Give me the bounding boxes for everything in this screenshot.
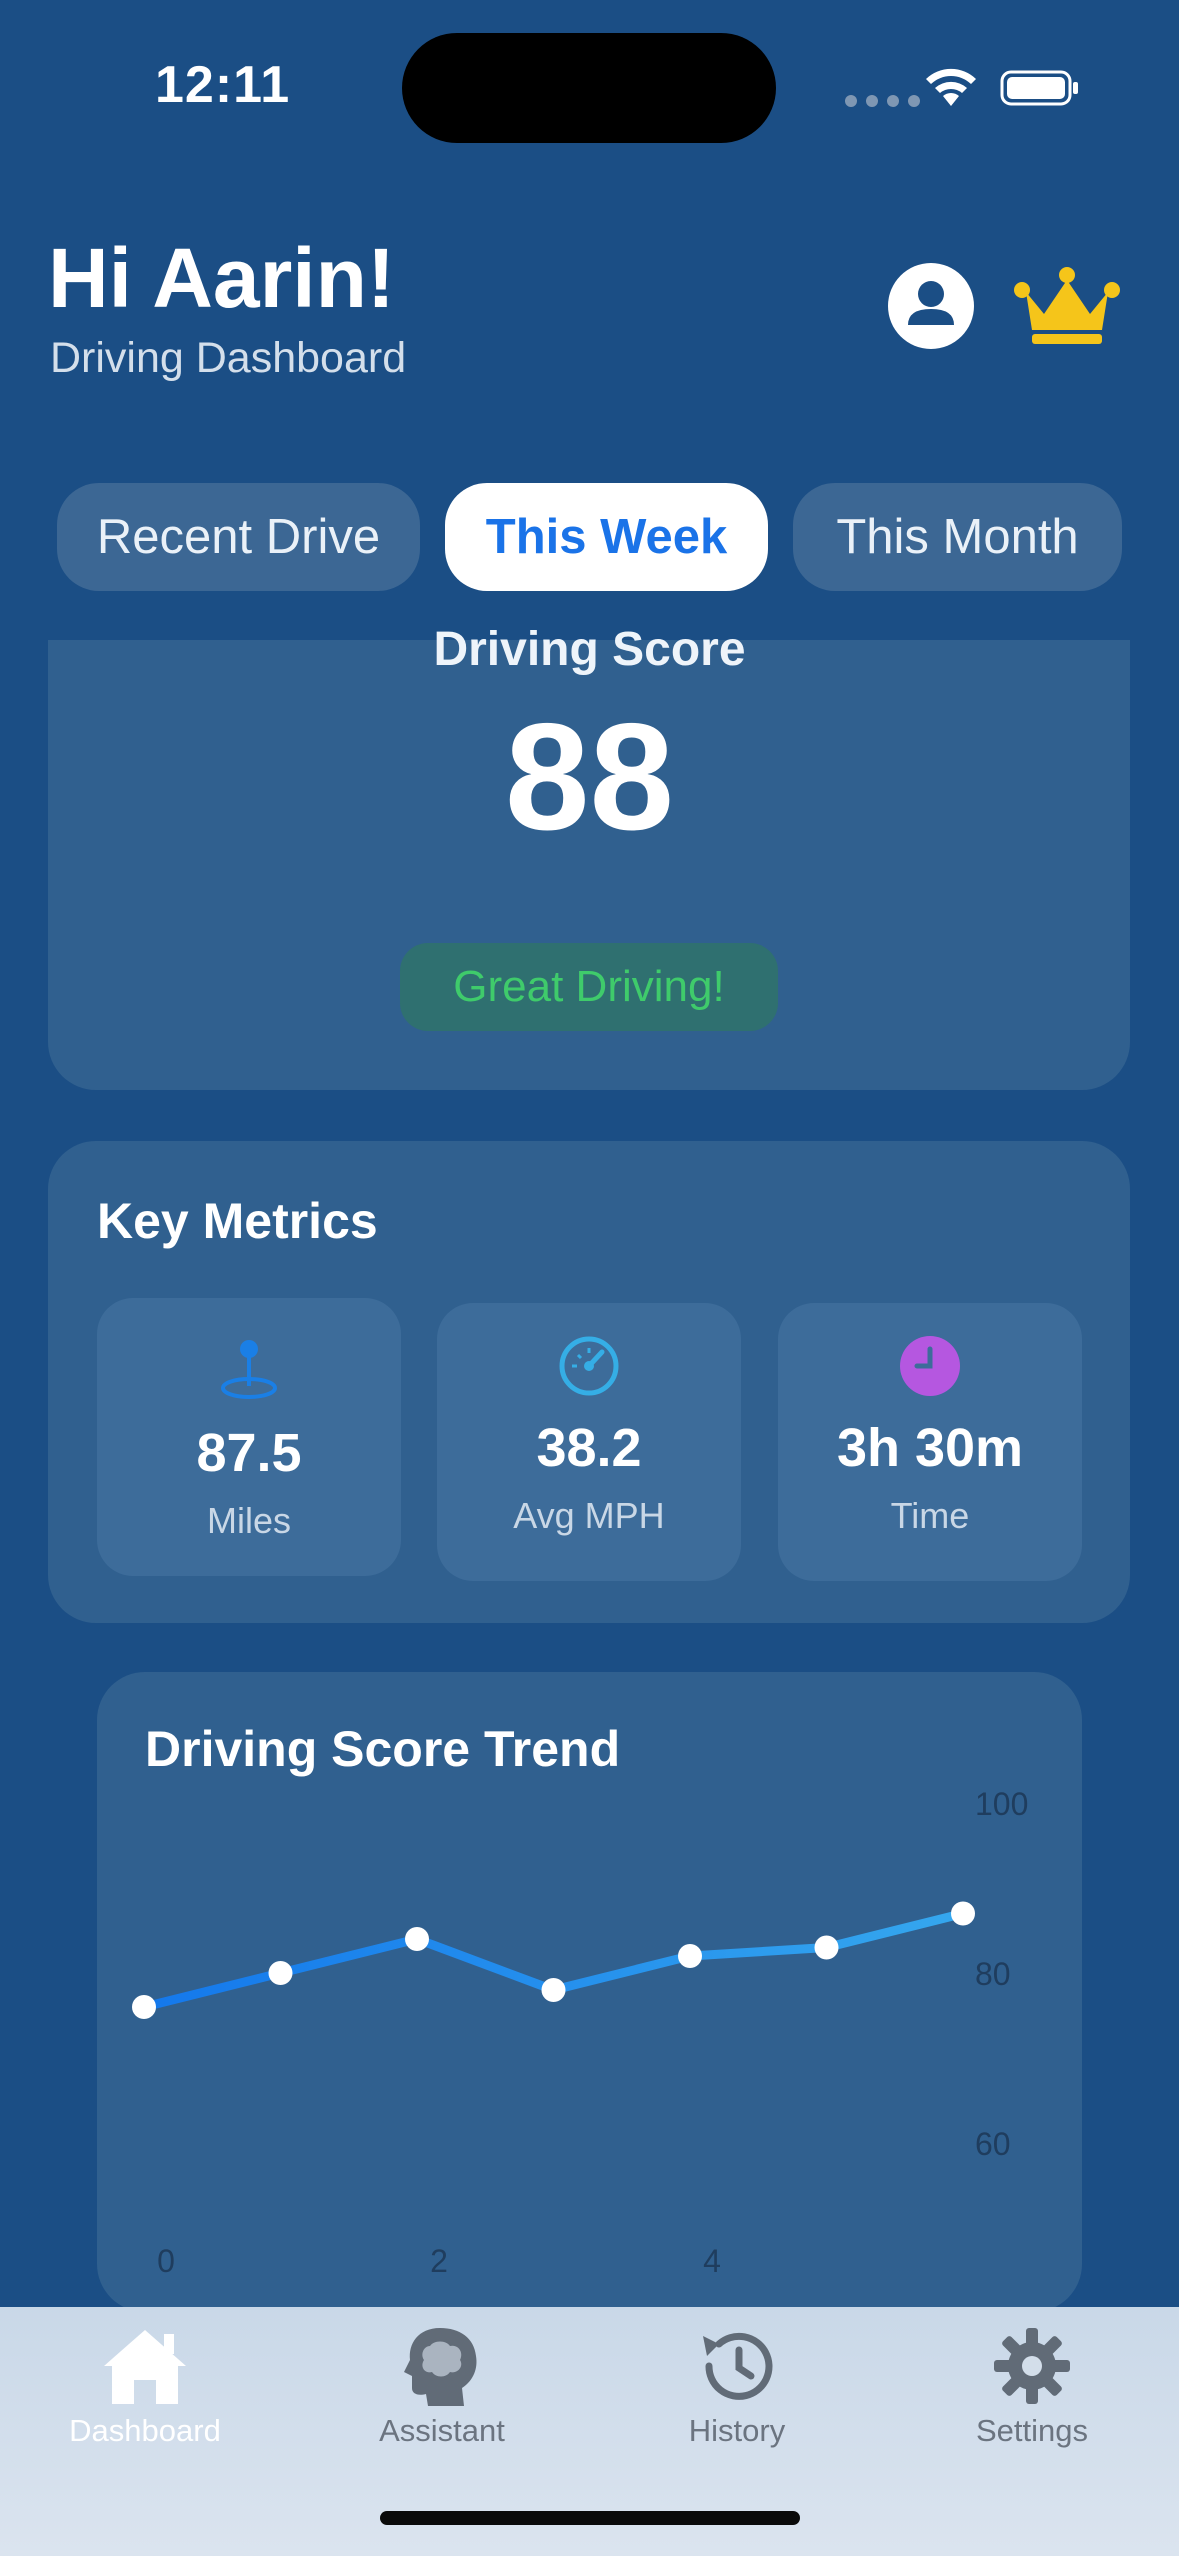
metric-label: Time: [890, 1495, 970, 1536]
clock-icon: [900, 1336, 960, 1396]
wifi-icon: [926, 68, 976, 106]
nav-settings[interactable]: Settings: [912, 2316, 1152, 2456]
gear-icon: [994, 2328, 1070, 2404]
map-pin-icon: [221, 1340, 277, 1399]
tab-recent-drive[interactable]: Recent Drive: [57, 483, 420, 591]
nav-label: Settings: [975, 2413, 1088, 2448]
metric-miles: 87.5 Miles: [97, 1298, 401, 1576]
score-trend-title: Driving Score Trend: [145, 1721, 621, 1777]
brain-head-icon: [404, 2328, 477, 2406]
metric-label: Miles: [206, 1500, 291, 1541]
home-indicator: [380, 2511, 800, 2525]
status-time: 12:11: [155, 56, 291, 114]
history-icon: [703, 2332, 773, 2400]
metric-value: 3h 30m: [836, 1418, 1024, 1478]
tab-this-week[interactable]: This Week: [445, 483, 768, 591]
speedometer-icon: [559, 1336, 619, 1396]
house-icon: [104, 2330, 186, 2404]
battery-icon: [1000, 70, 1078, 106]
status-badge: Great Driving!: [400, 943, 778, 1031]
score-value: 88: [504, 692, 675, 862]
nav-history[interactable]: History: [617, 2316, 857, 2456]
dynamic-island: [402, 33, 776, 143]
metric-value: 38.2: [536, 1418, 642, 1478]
metric-label: Avg MPH: [513, 1495, 665, 1536]
nav-label: Assistant: [379, 2413, 505, 2448]
greeting-title: Hi Aarin!: [48, 231, 395, 325]
nav-label: History: [688, 2413, 786, 2448]
person-circle-icon: [908, 281, 954, 325]
nav-dashboard[interactable]: Dashboard: [25, 2316, 265, 2456]
nav-assistant[interactable]: Assistant: [322, 2316, 562, 2456]
nav-label: Dashboard: [69, 2413, 221, 2448]
tab-this-month[interactable]: This Month: [793, 483, 1122, 591]
key-metrics-title: Key Metrics: [97, 1193, 378, 1249]
metric-value: 87.5: [196, 1423, 302, 1483]
cellular-signal-icon: [845, 95, 920, 107]
crown-icon[interactable]: [1012, 262, 1122, 348]
metric-avg-mph: 38.2 Avg MPH: [437, 1303, 741, 1581]
score-label: Driving Score: [433, 623, 746, 676]
profile-button[interactable]: [888, 263, 974, 349]
metric-time: 3h 30m Time: [778, 1303, 1082, 1581]
dashboard-subtitle: Driving Dashboard: [50, 334, 407, 382]
screen: 12:11 Hi Aarin! Driving Dashboard Recent…: [0, 0, 1179, 2556]
